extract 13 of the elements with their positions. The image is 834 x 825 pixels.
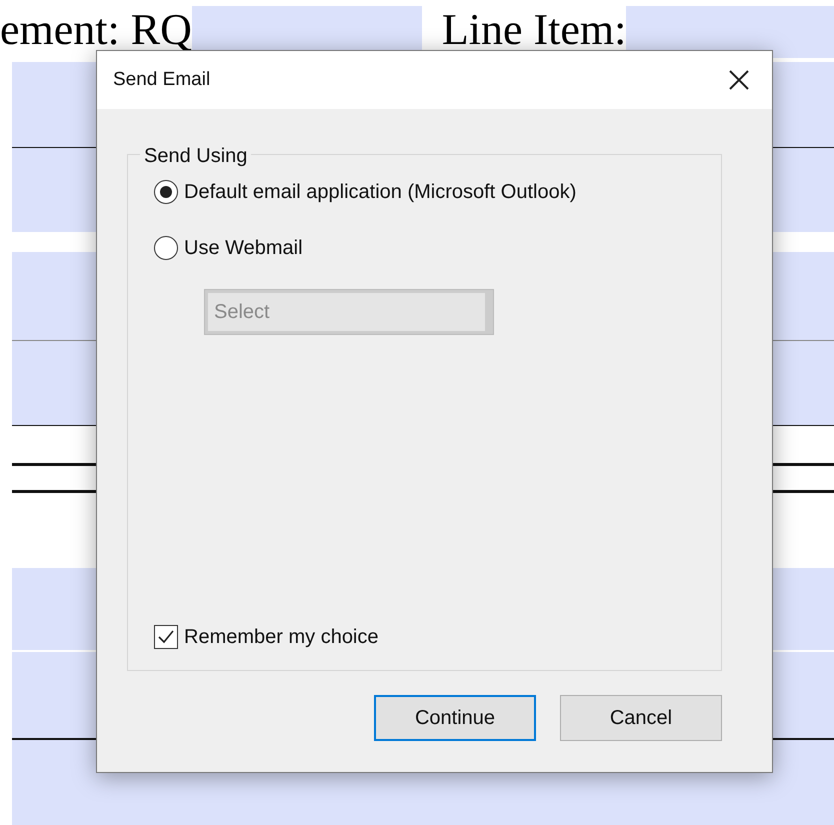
dialog-title: Send Email bbox=[113, 68, 210, 92]
field-label: Line Item: bbox=[442, 8, 626, 52]
checkbox-label[interactable]: Remember my choice bbox=[184, 622, 379, 652]
radio-label[interactable]: Default email application (Microsoft Outlook) bbox=[184, 177, 576, 207]
field-label: ement: RQ bbox=[0, 8, 192, 52]
checkbox[interactable] bbox=[154, 625, 178, 649]
radio-button[interactable] bbox=[154, 236, 178, 260]
checkmark-icon bbox=[157, 628, 175, 646]
cancel-button[interactable]: Cancel bbox=[560, 695, 722, 741]
radio-label[interactable]: Use Webmail bbox=[184, 233, 303, 263]
close-icon bbox=[728, 69, 750, 91]
radio-button[interactable] bbox=[154, 180, 178, 204]
continue-button[interactable]: Continue bbox=[374, 695, 536, 741]
